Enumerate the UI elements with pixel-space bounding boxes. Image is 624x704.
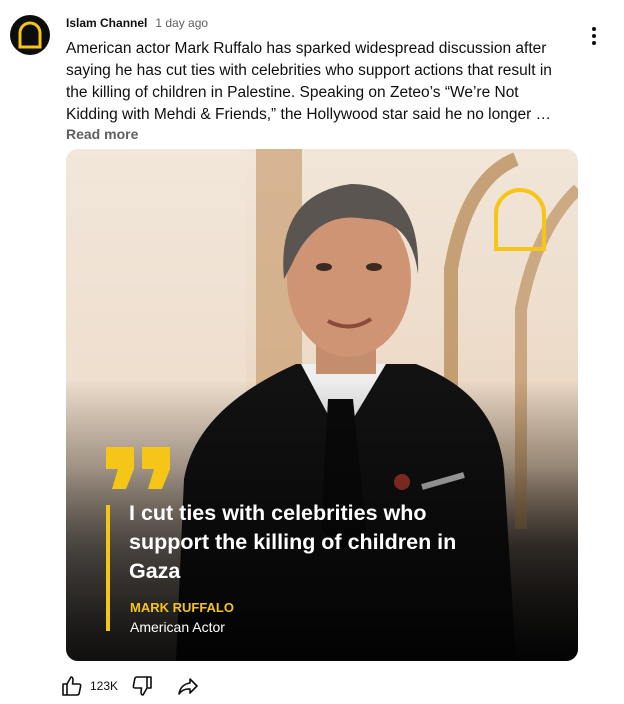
quote-accent-bar xyxy=(106,505,110,631)
channel-avatar[interactable] xyxy=(10,15,50,55)
kebab-dot-icon xyxy=(592,41,596,45)
quote-text: I cut ties with celebrities who support … xyxy=(129,501,457,583)
post-header: Islam Channel 1 day ago xyxy=(66,16,208,30)
more-options-button[interactable] xyxy=(582,22,606,50)
quote-mark-icon xyxy=(106,447,170,489)
post-timestamp[interactable]: 1 day ago xyxy=(155,16,208,30)
post-body-text: American actor Mark Ruffalo has sparked … xyxy=(66,40,552,123)
dislike-button[interactable] xyxy=(130,674,154,698)
thumbs-up-icon xyxy=(62,676,82,696)
quote-author-role: American Actor xyxy=(130,619,225,635)
kebab-dot-icon xyxy=(592,34,596,38)
like-button[interactable]: 123K xyxy=(60,674,118,698)
thumbs-down-icon xyxy=(132,676,152,696)
quote-author-name: MARK RUFFALO xyxy=(130,600,234,615)
post-action-bar: 123K xyxy=(60,672,200,700)
post-image[interactable]: I cut ties with celebrities who support … xyxy=(66,149,578,661)
channel-name[interactable]: Islam Channel xyxy=(66,16,147,30)
read-more-link[interactable]: Read more xyxy=(66,126,138,142)
share-icon xyxy=(178,678,198,695)
kebab-dot-icon xyxy=(592,27,596,31)
islam-channel-logo-icon xyxy=(18,21,42,49)
share-button[interactable] xyxy=(176,674,200,698)
like-count: 123K xyxy=(90,679,119,693)
